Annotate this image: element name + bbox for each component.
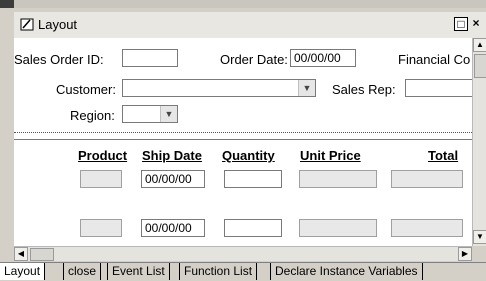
arrow-right-icon[interactable]: ▶ bbox=[458, 247, 472, 261]
vertical-scrollbar[interactable]: ▲ ▼ bbox=[472, 38, 486, 246]
tab-bar: Layout close Event List Function List De… bbox=[0, 262, 486, 281]
region-label: Region: bbox=[70, 108, 115, 123]
horizontal-scroll-thumb[interactable] bbox=[30, 248, 54, 261]
tab-close[interactable]: close bbox=[63, 263, 102, 280]
close-icon: × bbox=[472, 16, 480, 30]
column-header-product: Product bbox=[78, 148, 128, 163]
chevron-down-icon[interactable]: ▼ bbox=[298, 80, 315, 96]
tab-declare-instance-variables[interactable]: Declare Instance Variables bbox=[270, 263, 423, 280]
financial-code-label: Financial Co bbox=[398, 52, 471, 67]
close-button[interactable]: × bbox=[470, 17, 482, 29]
sales-order-id-field[interactable] bbox=[122, 49, 178, 67]
minimize-icon: □ bbox=[457, 17, 465, 31]
customer-label: Customer: bbox=[56, 82, 116, 97]
arrow-left-icon[interactable]: ◀ bbox=[14, 247, 28, 261]
sales-order-id-label: Sales Order ID: bbox=[14, 52, 104, 67]
quantity-field[interactable] bbox=[224, 219, 282, 237]
total-field[interactable] bbox=[391, 170, 463, 188]
tab-event-list[interactable]: Event List bbox=[107, 263, 170, 280]
column-header-quantity: Quantity bbox=[222, 148, 275, 163]
unit-price-field[interactable] bbox=[299, 170, 377, 188]
column-header-ship-date: Ship Date bbox=[142, 148, 202, 163]
tab-function-list[interactable]: Function List bbox=[179, 263, 258, 280]
band-separator bbox=[14, 132, 472, 134]
arrow-down-icon[interactable]: ▼ bbox=[473, 230, 486, 244]
tab-layout[interactable]: Layout bbox=[0, 263, 46, 280]
arrow-up-icon[interactable]: ▲ bbox=[473, 38, 486, 52]
top-strip-dark bbox=[0, 0, 14, 8]
order-date-field[interactable]: 00/00/00 bbox=[290, 49, 356, 67]
sales-rep-label: Sales Rep: bbox=[332, 82, 396, 97]
horizontal-scrollbar[interactable]: ◀ ▶ bbox=[14, 246, 472, 261]
quantity-field[interactable] bbox=[224, 170, 282, 188]
unit-price-field[interactable] bbox=[299, 219, 377, 237]
title-bar[interactable]: Layout □ × bbox=[14, 12, 486, 39]
order-date-label: Order Date: bbox=[220, 52, 288, 67]
ship-date-field[interactable]: 00/00/00 bbox=[141, 170, 205, 188]
top-strip bbox=[0, 0, 486, 8]
minimize-button[interactable]: □ bbox=[454, 17, 468, 31]
window-title: Layout bbox=[38, 17, 78, 32]
column-header-total: Total bbox=[428, 148, 459, 163]
region-dropdown[interactable]: ▼ bbox=[122, 105, 178, 123]
column-header-unit-price: Unit Price bbox=[300, 148, 361, 163]
chevron-down-icon[interactable]: ▼ bbox=[160, 106, 177, 122]
layout-pen-icon bbox=[20, 18, 34, 31]
total-field[interactable] bbox=[391, 219, 463, 237]
detail-band: Product Ship Date Quantity Unit Price To… bbox=[14, 139, 472, 247]
ship-date-field[interactable]: 00/00/00 bbox=[141, 219, 205, 237]
vertical-scroll-thumb[interactable] bbox=[474, 54, 486, 78]
product-field[interactable] bbox=[80, 170, 122, 188]
product-field[interactable] bbox=[80, 219, 122, 237]
customer-dropdown[interactable]: ▼ bbox=[122, 79, 316, 97]
sales-rep-field[interactable] bbox=[405, 79, 472, 97]
